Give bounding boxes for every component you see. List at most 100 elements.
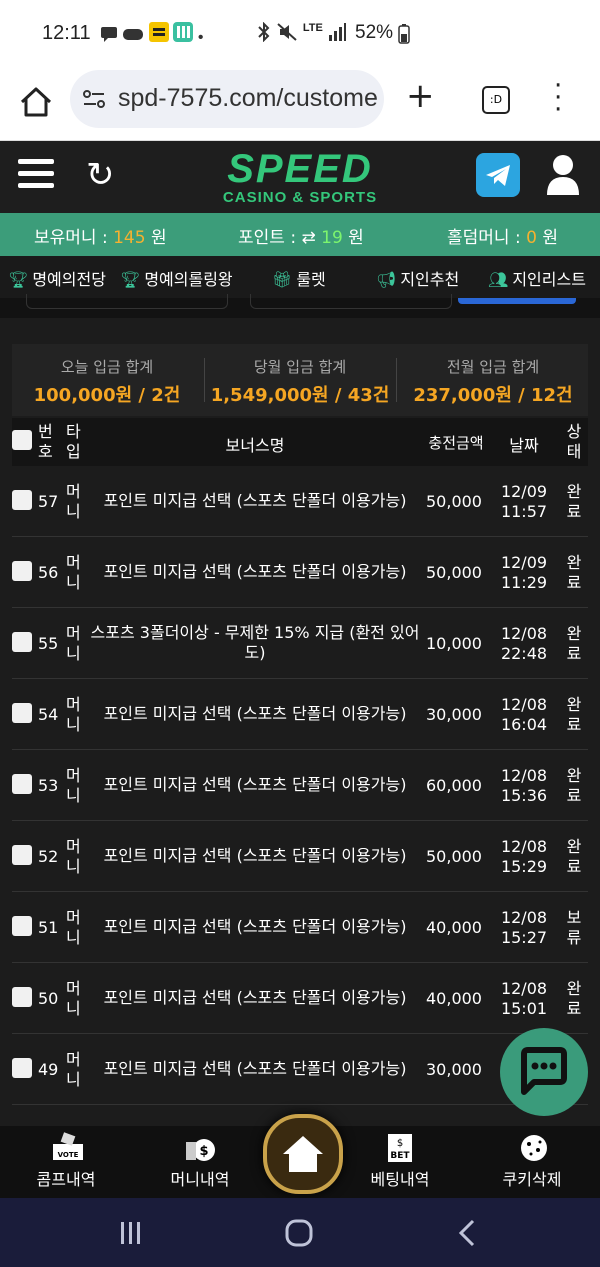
- table-row: 53 머니 포인트 미지급 선택 (스포츠 단폴더 이용가능) 60,000 1…: [12, 750, 588, 821]
- money-bag-icon: $: [186, 1139, 215, 1161]
- home-nav-icon[interactable]: [284, 1218, 314, 1248]
- col-amount: 충전금액: [428, 434, 484, 452]
- more-notifications-dot: •: [197, 29, 204, 46]
- filter-area-partial: [0, 294, 600, 318]
- row-checkbox[interactable]: [12, 632, 32, 652]
- row-checkbox[interactable]: [12, 561, 32, 581]
- nav-clear-cookies[interactable]: 쿠키삭제: [482, 1166, 582, 1190]
- table-row: 57 머니 포인트 미지급 선택 (스포츠 단폴더 이용가능) 50,000 1…: [12, 466, 588, 537]
- status-time: 12:11: [42, 22, 91, 44]
- users-icon: 👥︎: [488, 270, 509, 289]
- grid-app-icon: [173, 22, 194, 42]
- browser-toolbar: spd-7575.com/custome + :D · · ·: [0, 70, 600, 141]
- trophy-icon: 🏆︎: [120, 270, 141, 289]
- bet-slip-icon: BET $: [388, 1134, 412, 1162]
- new-tab-plus-icon[interactable]: +: [406, 76, 435, 116]
- bottom-navigation: VOTE 콤프내역 $ 머니내역 BET $ 베팅내역 쿠키삭제: [0, 1114, 600, 1198]
- back-icon[interactable]: [456, 1218, 478, 1248]
- site-logo[interactable]: SPEED: [220, 147, 380, 192]
- refresh-icon[interactable]: ↻: [86, 155, 115, 195]
- row-checkbox[interactable]: [12, 916, 32, 936]
- svg-text:$: $: [397, 1138, 403, 1149]
- system-status-icons: LTE: [256, 21, 347, 47]
- svg-text:BET: BET: [390, 1151, 410, 1161]
- site-header: ↻ SPEED CASINO & SPORTS: [0, 141, 600, 213]
- nav-comp-history[interactable]: 콤프내역: [16, 1166, 116, 1190]
- trophy-icon: 🏆︎: [8, 270, 29, 289]
- url-text[interactable]: spd-7575.com/custome: [118, 84, 378, 113]
- date-input-partial[interactable]: [26, 294, 228, 309]
- last-month-deposit: 전월 입금 합계 237,000원 / 12건: [413, 358, 573, 406]
- col-bonus-name: 보너스명: [225, 436, 285, 455]
- browser-home-icon[interactable]: [18, 84, 54, 120]
- col-number: 번호: [38, 422, 53, 461]
- telegram-icon[interactable]: [476, 153, 520, 197]
- svg-text:VOTE: VOTE: [58, 1151, 79, 1159]
- row-checkbox[interactable]: [12, 490, 32, 510]
- row-checkbox[interactable]: [12, 987, 32, 1007]
- row-checkbox[interactable]: [12, 703, 32, 723]
- address-bar[interactable]: spd-7575.com/custome: [70, 70, 384, 128]
- col-status: 상태: [566, 422, 582, 461]
- bonus-table-header: 번호 타입 보너스명 충전금액 날짜 상태: [12, 418, 588, 466]
- table-row: 52 머니 포인트 미지급 선택 (스포츠 단폴더 이용가능) 50,000 1…: [12, 821, 588, 892]
- system-navigation-bar: [0, 1198, 600, 1267]
- game-controller-icon: [123, 29, 144, 40]
- browser-menu-icon[interactable]: · · ·: [554, 73, 562, 123]
- battery-icon: [398, 24, 410, 44]
- nav-betting-history[interactable]: 베팅내역: [350, 1166, 450, 1190]
- user-profile-icon[interactable]: [545, 153, 581, 197]
- live-chat-button[interactable]: [500, 1028, 588, 1116]
- nav-money-history[interactable]: 머니내역: [150, 1166, 250, 1190]
- col-type: 타입: [66, 422, 81, 461]
- home-icon: [283, 1136, 323, 1172]
- table-row: 56 머니 포인트 미지급 선택 (스포츠 단폴더 이용가능) 50,000 1…: [12, 537, 588, 608]
- message-icon: [101, 27, 117, 42]
- row-checkbox[interactable]: [12, 845, 32, 865]
- hamburger-menu-icon[interactable]: [18, 159, 54, 191]
- nav-hall-of-fame[interactable]: 🏆︎ 명예의전당: [8, 266, 106, 290]
- money-balance: 보유머니 : 145 원: [34, 228, 167, 248]
- exchange-icon: ⇄: [301, 228, 322, 248]
- table-row: 55 머니 스포츠 3폴더이상 - 무제한 15% 지급 (환전 있어도) 10…: [12, 608, 588, 679]
- svg-text:$: $: [199, 1144, 208, 1159]
- month-deposit: 당월 입금 합계 1,549,000원 / 43건: [210, 358, 390, 406]
- table-row: 50 머니 포인트 미지급 선택 (스포츠 단폴더 이용가능) 40,000 1…: [12, 963, 588, 1034]
- home-button[interactable]: [263, 1114, 343, 1194]
- vote-box-icon: VOTE: [53, 1132, 83, 1160]
- table-row: 54 머니 포인트 미지급 선택 (스포츠 단폴더 이용가능) 30,000 1…: [12, 679, 588, 750]
- point-balance[interactable]: 포인트 : ⇄ 19 원: [238, 223, 364, 248]
- row-checkbox[interactable]: [12, 1058, 32, 1078]
- date-input-partial[interactable]: [250, 294, 452, 309]
- nav-referral-list[interactable]: 👥︎ 지인리스트: [488, 266, 586, 290]
- gift-icon: 🎁︎: [272, 270, 293, 289]
- cookie-icon: [521, 1135, 547, 1161]
- col-date: 날짜: [509, 436, 539, 455]
- today-deposit: 오늘 입금 합계 100,000원 / 2건: [33, 358, 181, 406]
- battery-percent: 52%: [355, 22, 394, 43]
- select-all-checkbox[interactable]: [12, 430, 32, 450]
- bluetooth-icon: [258, 21, 270, 43]
- status-bar: 12:11 • LTE 52%: [0, 0, 600, 70]
- site-settings-icon[interactable]: [82, 88, 106, 110]
- row-checkbox[interactable]: [12, 774, 32, 794]
- app-notification-icon: [148, 22, 169, 42]
- nav-referral[interactable]: 📢︎ 지인추천: [376, 266, 459, 290]
- balance-bar: 보유머니 : 145 원 포인트 : ⇄ 19 원 홀덤머니 : 0 원: [0, 213, 600, 256]
- search-button-partial[interactable]: [458, 298, 576, 304]
- table-row: 51 머니 포인트 미지급 선택 (스포츠 단폴더 이용가능) 40,000 1…: [12, 892, 588, 963]
- recent-apps-icon[interactable]: [118, 1220, 144, 1246]
- megaphone-icon: 📢︎: [376, 270, 397, 289]
- site-logo-subtitle: CASINO & SPORTS: [222, 189, 378, 206]
- mute-icon: [277, 23, 298, 41]
- chat-bubble-icon: [521, 1047, 567, 1095]
- nav-roulette[interactable]: 🎁︎ 룰렛: [272, 266, 326, 290]
- nav-rolling-king[interactable]: 🏆︎ 명예의롤링왕: [120, 266, 233, 290]
- holdem-balance: 홀덤머니 : 0 원: [447, 228, 558, 248]
- signal-icon: [329, 23, 347, 41]
- tab-switcher-icon[interactable]: :D: [482, 86, 510, 114]
- bonus-table-body: 57 머니 포인트 미지급 선택 (스포츠 단폴더 이용가능) 50,000 1…: [12, 466, 588, 1105]
- quick-nav: 🏆︎ 명예의전당 🏆︎ 명예의롤링왕 🎁︎ 룰렛 📢︎ 지인추천 👥︎ 지인리스트: [0, 256, 600, 298]
- deposit-summary: 오늘 입금 합계 100,000원 / 2건 당월 입금 합계 1,549,00…: [12, 344, 588, 416]
- network-type: LTE: [302, 22, 323, 34]
